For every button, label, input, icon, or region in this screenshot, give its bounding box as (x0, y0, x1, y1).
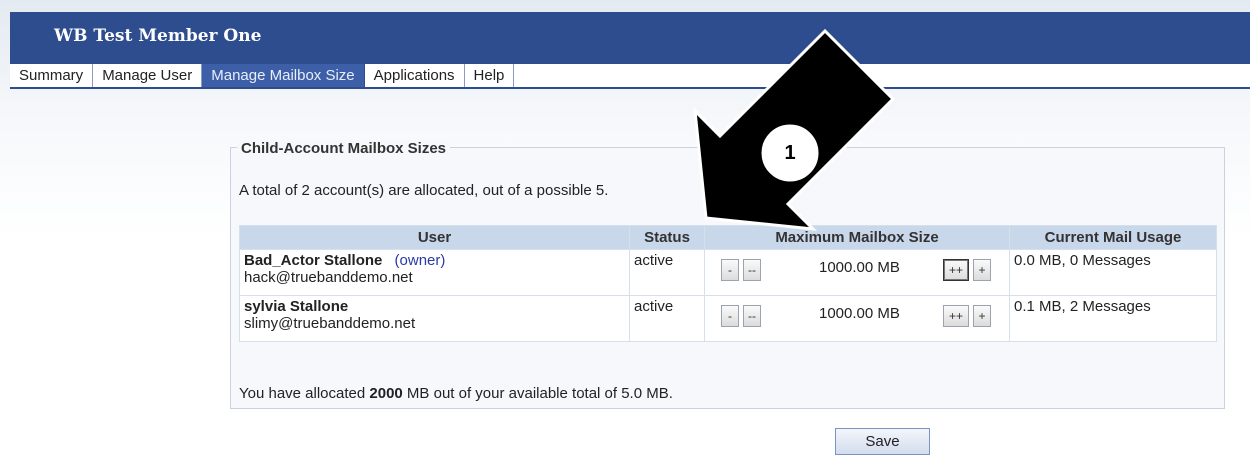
usage-cell: 0.1 MB, 2 Messages (1009, 295, 1217, 342)
tab-applications[interactable]: Applications (364, 64, 465, 87)
table-row: Bad_Actor Stallone (owner) hack@trueband… (239, 249, 1217, 296)
decrease-large-button[interactable]: -- (743, 305, 761, 327)
size-cell: - -- 1000.00 MB ++ + (704, 249, 1010, 296)
tab-manage-user[interactable]: Manage User (93, 64, 203, 87)
tab-manage-mailbox-size[interactable]: Manage Mailbox Size (202, 64, 365, 87)
col-header-status: Status (629, 225, 705, 250)
callout-number: 1 (784, 142, 796, 164)
summary-suffix: MB out of your available total of 5.0 MB… (402, 385, 673, 402)
user-name: sylvia Stallone (244, 298, 349, 315)
user-cell: Bad_Actor Stallone (owner) hack@trueband… (239, 249, 630, 296)
increase-large-button[interactable]: ++ (943, 259, 969, 281)
owner-tag: (owner) (394, 252, 446, 269)
table-header-row: User Status Maximum Mailbox Size Current… (239, 225, 1217, 250)
user-email: slimy@truebanddemo.net (244, 315, 416, 332)
decrease-small-button[interactable]: - (721, 259, 739, 281)
tab-summary[interactable]: Summary (10, 64, 94, 87)
summary-prefix: You have allocated (239, 385, 370, 402)
decrease-large-button[interactable]: -- (743, 259, 761, 281)
decrease-small-button[interactable]: - (721, 305, 739, 327)
col-header-max-size: Maximum Mailbox Size (704, 225, 1010, 250)
status-cell: active (629, 295, 705, 342)
col-header-user: User (239, 225, 630, 250)
table-row: sylvia Stallone slimy@truebanddemo.net a… (239, 295, 1217, 342)
user-name: Bad_Actor Stallone (244, 252, 383, 269)
size-cell: - -- 1000.00 MB ++ + (704, 295, 1010, 342)
mailbox-size-value: 1000.00 MB (819, 259, 900, 276)
increase-small-button[interactable]: + (973, 259, 991, 281)
mailbox-sizes-panel: Child-Account Mailbox Sizes A total of 2… (230, 140, 1225, 409)
col-header-usage: Current Mail Usage (1009, 225, 1217, 250)
user-cell: sylvia Stallone slimy@truebanddemo.net (239, 295, 630, 342)
tab-help[interactable]: Help (464, 64, 515, 87)
usage-cell: 0.0 MB, 0 Messages (1009, 249, 1217, 296)
mailbox-size-value: 1000.00 MB (819, 305, 900, 322)
mailbox-table: User Status Maximum Mailbox Size Current… (239, 225, 1217, 342)
increase-small-button[interactable]: + (973, 305, 991, 327)
summary-amount: 2000 (369, 385, 403, 402)
save-button[interactable]: Save (835, 428, 930, 455)
account-title: WB Test Member One (54, 26, 262, 46)
status-cell: active (629, 249, 705, 296)
panel-legend: Child-Account Mailbox Sizes (237, 140, 451, 157)
allocation-text: A total of 2 account(s) are allocated, o… (239, 182, 609, 199)
header-bar: WB Test Member One (10, 12, 1250, 64)
allocation-summary: You have allocated 2000 MB out of your a… (239, 385, 673, 402)
user-email: hack@truebanddemo.net (244, 269, 413, 286)
tab-bar: Summary Manage User Manage Mailbox Size … (10, 64, 1250, 89)
increase-large-button[interactable]: ++ (943, 305, 969, 327)
